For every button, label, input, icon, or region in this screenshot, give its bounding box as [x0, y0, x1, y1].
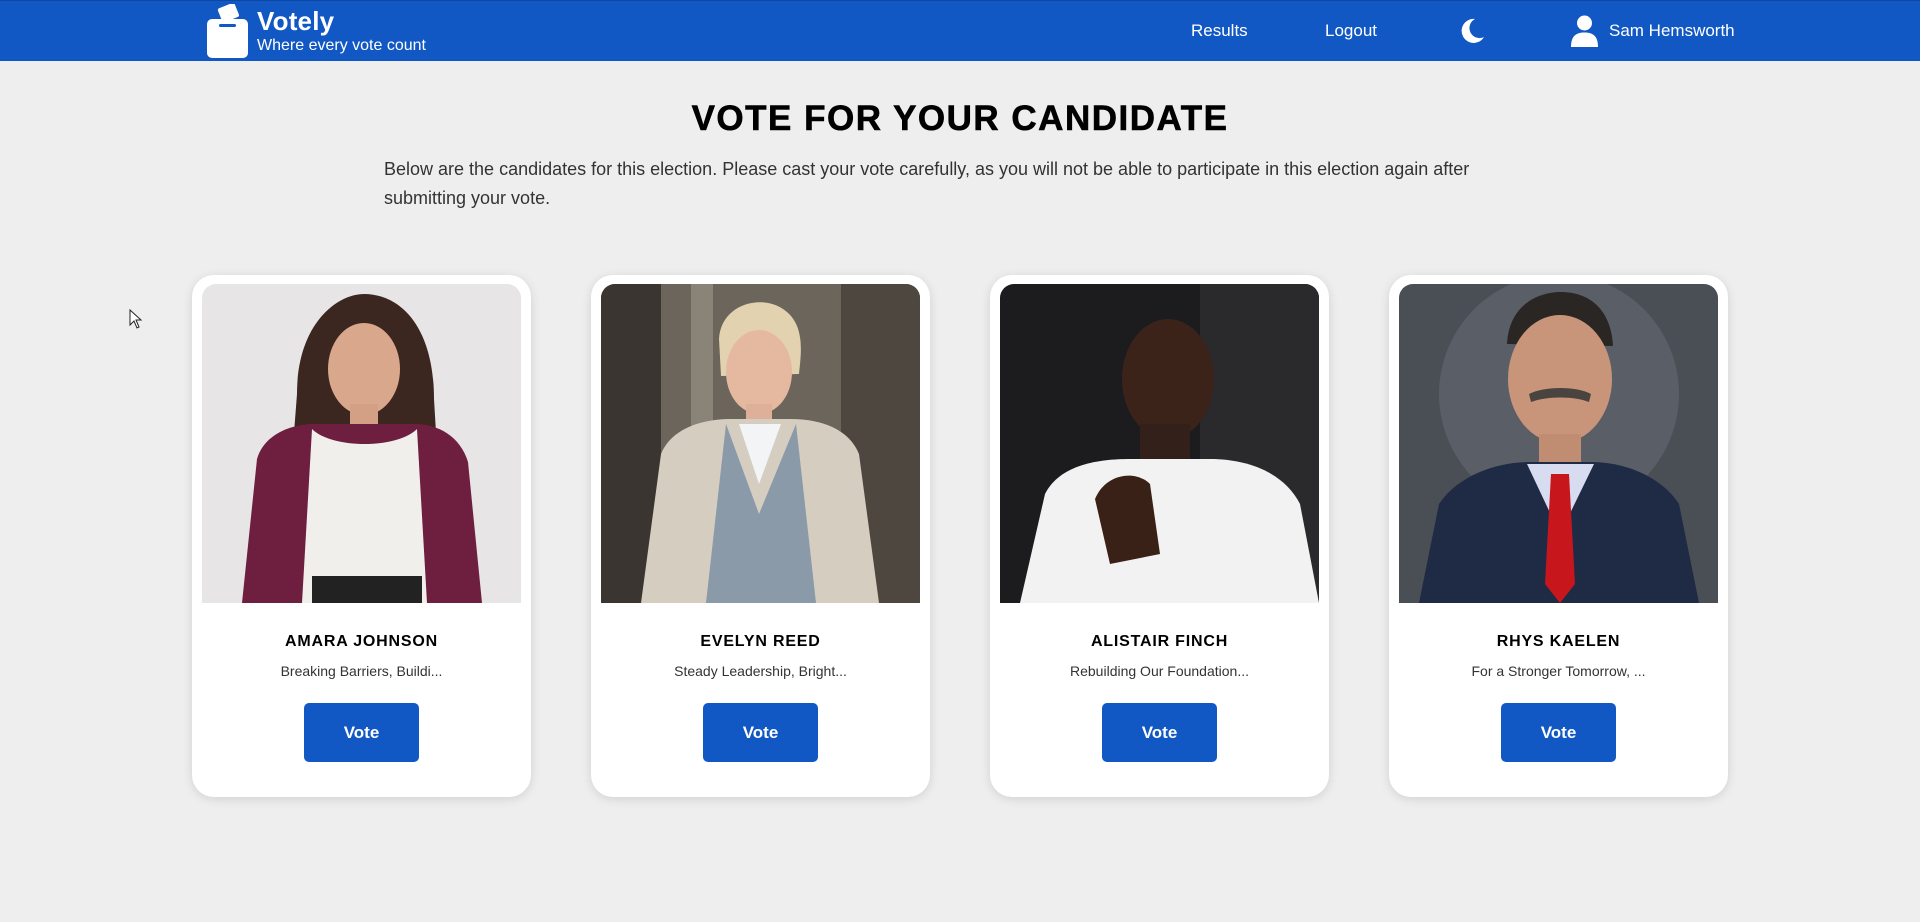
candidate-card: RHYS KAELEN For a Stronger Tomorrow, ...… [1389, 275, 1728, 797]
top-navbar: Votely Where every vote count Results Lo… [0, 0, 1920, 61]
user-icon [1571, 15, 1598, 47]
candidate-list: AMARA JOHNSON Breaking Barriers, Buildi.… [192, 275, 1728, 797]
nav-logout-link[interactable]: Logout [1325, 21, 1377, 41]
user-menu[interactable]: Sam Hemsworth [1571, 15, 1735, 47]
candidate-slogan: Breaking Barriers, Buildi... [280, 663, 443, 679]
moon-icon[interactable] [1458, 17, 1486, 45]
candidate-card: ALISTAIR FINCH Rebuilding Our Foundation… [990, 275, 1329, 797]
candidate-card: EVELYN REED Steady Leadership, Bright...… [591, 275, 930, 797]
candidate-name: AMARA JOHNSON [285, 633, 438, 650]
candidate-photo [601, 284, 920, 603]
app-name: Votely [257, 6, 335, 36]
vote-button[interactable]: Vote [703, 703, 818, 762]
candidate-slogan: Rebuilding Our Foundation... [1070, 663, 1249, 679]
page-title: VOTE FOR YOUR CANDIDATE [691, 99, 1229, 139]
candidate-slogan: Steady Leadership, Bright... [674, 663, 847, 679]
vote-button[interactable]: Vote [304, 703, 419, 762]
candidate-name: RHYS KAELEN [1496, 633, 1621, 650]
candidate-name: EVELYN REED [700, 633, 821, 650]
vote-button[interactable]: Vote [1102, 703, 1217, 762]
candidate-name: ALISTAIR FINCH [1090, 633, 1229, 650]
candidate-photo [1000, 284, 1319, 603]
ballot-box-icon [207, 4, 248, 58]
app-tagline: Where every vote count [257, 37, 426, 54]
nav-results-link[interactable]: Results [1191, 21, 1248, 41]
candidate-slogan: For a Stronger Tomorrow, ... [1471, 663, 1646, 679]
election-instructions: Below are the candidates for this electi… [384, 159, 1470, 208]
mouse-pointer-icon [129, 309, 143, 329]
brand-logo-link[interactable]: Votely Where every vote count [207, 3, 426, 59]
vote-button[interactable]: Vote [1501, 703, 1616, 762]
candidate-photo [1399, 284, 1718, 603]
user-name: Sam Hemsworth [1609, 21, 1735, 40]
candidate-card: AMARA JOHNSON Breaking Barriers, Buildi.… [192, 275, 531, 797]
candidate-photo [202, 284, 521, 603]
